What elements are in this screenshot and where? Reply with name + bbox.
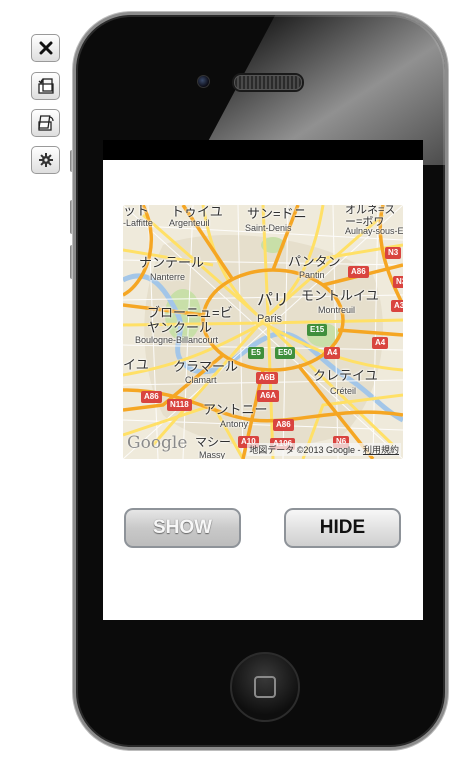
show-button[interactable]: SHOW <box>124 508 241 548</box>
rotate-right-button[interactable] <box>31 109 60 137</box>
status-bar <box>103 140 423 160</box>
map-attribution-text: 地図データ ©2013 Google - <box>249 445 363 455</box>
phone-screen: ット -Laffitte トゥイユ Argenteuil サン=ドニ Saint… <box>103 140 423 620</box>
road-shield-a4-right: A4 <box>372 337 389 349</box>
front-camera <box>197 75 210 88</box>
road-shield-a86-top: A86 <box>348 266 369 278</box>
hide-button[interactable]: HIDE <box>284 508 401 548</box>
map-label-pantin: Pantin <box>299 270 325 280</box>
earpiece-speaker <box>234 75 302 90</box>
road-shield-a6a: A6A <box>257 390 280 402</box>
road-shield-a86-left: A86 <box>141 391 162 403</box>
map-label-jp-massy: マシー <box>195 435 232 449</box>
home-square-icon <box>254 676 276 698</box>
map-label-saint-denis: Saint-Denis <box>245 223 292 233</box>
map-label-laffitte: -Laffitte <box>123 218 153 228</box>
map-label-aulnay: Aulnay-sous-E <box>345 226 403 236</box>
map-label-jp-montreuil: モントルイユ <box>301 288 379 303</box>
close-icon <box>39 41 53 55</box>
map-label-massy: Massy <box>199 450 226 460</box>
map-label-creteil: Créteil <box>330 386 357 396</box>
rotate-left-button[interactable] <box>31 72 60 100</box>
rotate-right-icon <box>37 114 55 132</box>
map-label-jp-nanterre: ナンテール <box>139 255 205 270</box>
map-label-clamart: Clamart <box>185 375 217 385</box>
map-label-jp-aulnay: オルネ=スー=ボワ <box>345 205 396 228</box>
map-label-jp-creteil: クレテイユ <box>313 368 378 383</box>
google-logo: Google <box>127 433 188 453</box>
map-label-nanterre: Nanterre <box>150 272 186 282</box>
map-label-antony: Antony <box>220 419 249 429</box>
map-label-montreuil: Montreuil <box>318 305 356 315</box>
home-button[interactable] <box>230 652 300 722</box>
map-label-jp-boulogne: ブローニュ=ビヤンクール <box>147 305 233 335</box>
close-button[interactable] <box>31 34 60 62</box>
map-label-top-left: ット <box>123 205 150 218</box>
map-label-jp-antony: アントニー <box>203 402 268 417</box>
road-shield-n3b: N3 <box>393 276 403 288</box>
road-shield-e50: E50 <box>275 347 296 359</box>
settings-button[interactable] <box>31 146 60 174</box>
map-label-jp-argenteuil: トゥイユ <box>171 205 223 219</box>
map-label-argenteuil: Argenteuil <box>169 218 210 228</box>
map-attribution: 地図データ ©2013 Google - 利用規約 <box>247 443 401 456</box>
map-label-jp-vitry: イユ <box>123 357 149 372</box>
map-label-jp-paris: パリ <box>257 292 290 309</box>
road-shield-n3: N3 <box>385 247 402 259</box>
rotate-left-icon <box>37 77 55 95</box>
road-shield-a3: A3 <box>391 300 403 312</box>
map-label-jp-saint-denis: サン=ドニ <box>247 206 307 221</box>
road-shield-e15: E15 <box>307 324 328 336</box>
map-label-jp-clamart: クラマール <box>173 359 239 374</box>
road-shield-a6b: A6B <box>256 372 279 384</box>
map-label-jp-pantin: パンタン <box>288 254 341 269</box>
map-label-boulogne: Boulogne-Billancourt <box>135 335 219 345</box>
road-shield-a86-bottom: A86 <box>273 419 294 431</box>
gear-icon <box>38 153 53 167</box>
road-shield-e5: E5 <box>248 347 264 359</box>
road-shield-n118: N118 <box>167 399 192 411</box>
road-shield-a4-mid: A4 <box>324 347 341 359</box>
terms-of-use-link[interactable]: 利用規約 <box>363 445 399 455</box>
map-view[interactable]: ット -Laffitte トゥイユ Argenteuil サン=ドニ Saint… <box>123 205 403 459</box>
map-label-paris: Paris <box>257 313 283 325</box>
